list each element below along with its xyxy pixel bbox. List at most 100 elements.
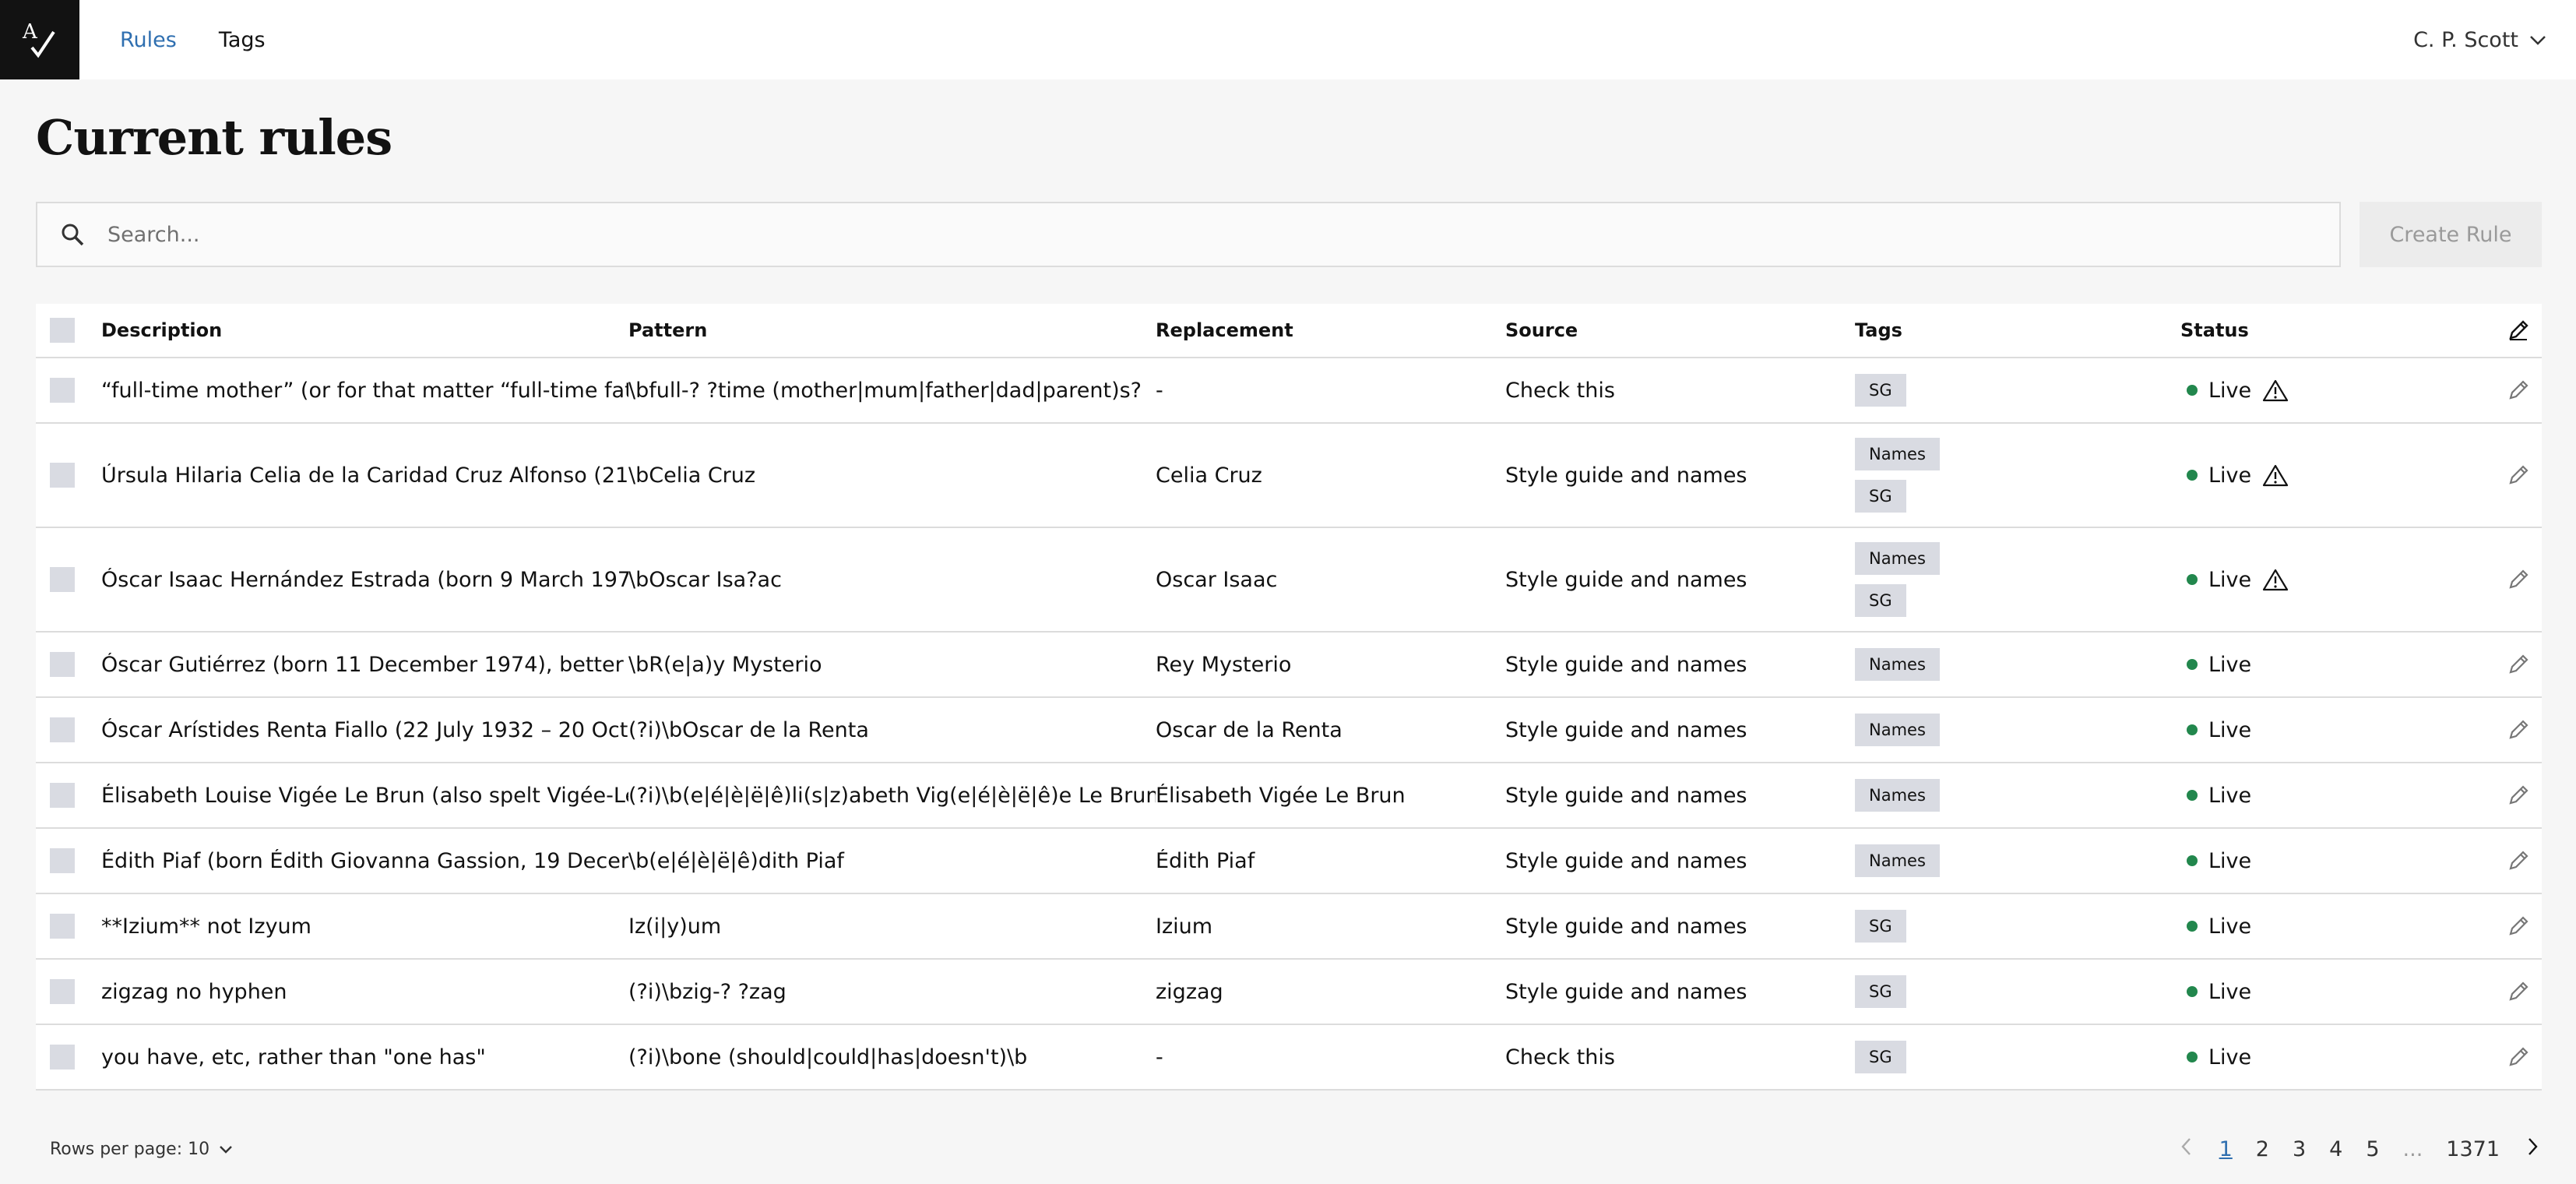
rule-source: Style guide and names xyxy=(1505,717,1747,742)
table-row[interactable]: Úrsula Hilaria Celia de la Caridad Cruz … xyxy=(36,424,2542,528)
row-edit-cell xyxy=(2484,848,2542,873)
svg-text:A: A xyxy=(22,20,38,44)
live-status-dot xyxy=(2187,574,2198,585)
rule-tags: Names SG xyxy=(1855,433,2180,517)
row-checkbox[interactable] xyxy=(50,979,75,1004)
create-rule-button[interactable]: Create Rule xyxy=(2360,202,2542,267)
warning-triangle-icon[interactable] xyxy=(2262,463,2289,487)
rows-per-page-select[interactable]: Rows per page: 10 xyxy=(36,1140,234,1159)
table-row[interactable]: Óscar Gutiérrez (born 11 December 1974),… xyxy=(36,633,2542,698)
rule-replacement: Oscar Isaac xyxy=(1156,567,1278,592)
table-row[interactable]: Óscar Isaac Hernández Estrada (born 9 Ma… xyxy=(36,528,2542,633)
tag-badge[interactable]: Names xyxy=(1855,844,1940,877)
tag-badge[interactable]: SG xyxy=(1855,374,1906,407)
table-row[interactable]: Élisabeth Louise Vigée Le Brun (also spe… xyxy=(36,763,2542,829)
select-all-cell xyxy=(36,318,101,343)
column-header-status[interactable]: Status xyxy=(2180,319,2484,341)
status-label: Live xyxy=(2208,652,2252,677)
chevron-down-icon xyxy=(2530,36,2546,45)
tag-badge[interactable]: Names xyxy=(1855,779,1940,812)
rule-replacement: zigzag xyxy=(1156,979,1223,1004)
pencil-icon[interactable] xyxy=(2506,652,2531,677)
tag-badge[interactable]: Names xyxy=(1855,438,1940,470)
table-row[interactable]: “full-time mother” (or for that matter “… xyxy=(36,358,2542,424)
prev-page-button[interactable] xyxy=(2177,1135,2196,1164)
select-all-checkbox[interactable] xyxy=(50,318,75,343)
rule-replacement: Oscar de la Renta xyxy=(1156,717,1343,742)
rule-pattern: \bCelia Cruz xyxy=(628,463,756,488)
page-button-4[interactable]: 4 xyxy=(2329,1137,2342,1161)
warning-triangle-icon[interactable] xyxy=(2262,568,2289,591)
row-checkbox[interactable] xyxy=(50,914,75,939)
column-header-source[interactable]: Source xyxy=(1505,319,1855,341)
rule-status: Live xyxy=(2180,568,2484,592)
pencil-icon[interactable] xyxy=(2506,717,2531,742)
tag-list: SG xyxy=(1855,905,2180,947)
table-footer: Rows per page: 10 1 2 3 4 5 ... 1371 xyxy=(36,1122,2542,1176)
page-button-5[interactable]: 5 xyxy=(2366,1137,2379,1161)
column-header-pattern[interactable]: Pattern xyxy=(628,319,1156,341)
pencil-icon[interactable] xyxy=(2506,914,2531,939)
search-input[interactable] xyxy=(107,211,2288,258)
table-row[interactable]: you have, etc, rather than "one has" (?i)… xyxy=(36,1025,2542,1091)
tag-badge[interactable]: SG xyxy=(1855,1041,1906,1073)
row-checkbox[interactable] xyxy=(50,567,75,592)
pencil-icon[interactable] xyxy=(2506,1045,2531,1069)
rule-tags: Names xyxy=(1855,840,2180,882)
tag-badge[interactable]: SG xyxy=(1855,584,1906,617)
rule-description: Élisabeth Louise Vigée Le Brun (also spe… xyxy=(101,783,628,808)
pencil-icon[interactable] xyxy=(2506,979,2531,1004)
column-header-tags[interactable]: Tags xyxy=(1855,319,2180,341)
rule-tags: Names xyxy=(1855,774,2180,816)
user-menu[interactable]: C. P. Scott xyxy=(2413,0,2548,79)
app-logo[interactable]: A xyxy=(0,0,79,79)
pencil-icon[interactable] xyxy=(2506,567,2531,592)
table-row[interactable]: **Izium** not Izyum Iz(i|y)um Izium Style g… xyxy=(36,894,2542,960)
rule-description: Óscar Isaac Hernández Estrada (born 9 Ma… xyxy=(101,567,628,592)
next-page-button[interactable] xyxy=(2523,1135,2542,1164)
rule-replacement: Élisabeth Vigée Le Brun xyxy=(1156,783,1406,808)
row-checkbox[interactable] xyxy=(50,378,75,403)
live-status-dot xyxy=(2187,790,2198,801)
row-select-cell xyxy=(36,378,101,403)
row-checkbox[interactable] xyxy=(50,848,75,873)
row-checkbox[interactable] xyxy=(50,783,75,808)
live-status-dot xyxy=(2187,986,2198,997)
table-row[interactable]: zigzag no hyphen (?i)\bzig-? ?zag zigzag St… xyxy=(36,960,2542,1025)
tag-badge[interactable]: Names xyxy=(1855,542,1940,575)
page-button-2[interactable]: 2 xyxy=(2256,1137,2269,1161)
page-button-1[interactable]: 1 xyxy=(2219,1137,2233,1161)
column-header-replacement[interactable]: Replacement xyxy=(1156,319,1505,341)
rules-table: Description Pattern Replacement Source T… xyxy=(36,304,2542,1091)
status-label: Live xyxy=(2208,463,2252,488)
tag-badge[interactable]: SG xyxy=(1855,480,1906,513)
row-checkbox[interactable] xyxy=(50,1045,75,1069)
rule-pattern: \bfull-? ?time (mother|mum|father|dad|pa… xyxy=(628,378,1142,403)
row-checkbox[interactable] xyxy=(50,652,75,677)
pencil-icon[interactable] xyxy=(2506,783,2531,808)
pencil-icon[interactable] xyxy=(2506,463,2531,488)
page-button-3[interactable]: 3 xyxy=(2293,1137,2306,1161)
tag-badge[interactable]: Names xyxy=(1855,648,1940,681)
table-row[interactable]: Édith Piaf (born Édith Giovanna Gassion,… xyxy=(36,829,2542,894)
pencil-icon[interactable] xyxy=(2506,318,2531,343)
row-select-cell xyxy=(36,652,101,677)
nav-item-rules[interactable]: Rules xyxy=(120,28,177,52)
nav-item-tags[interactable]: Tags xyxy=(219,28,266,52)
page-button-last[interactable]: 1371 xyxy=(2446,1137,2500,1161)
tag-badge[interactable]: SG xyxy=(1855,975,1906,1008)
pencil-icon[interactable] xyxy=(2506,378,2531,403)
rule-pattern: (?i)\bzig-? ?zag xyxy=(628,979,787,1004)
row-checkbox[interactable] xyxy=(50,717,75,742)
tag-badge[interactable]: Names xyxy=(1855,714,1940,746)
table-row[interactable]: Óscar Arístides Renta Fiallo (22 July 19… xyxy=(36,698,2542,763)
row-edit-cell xyxy=(2484,567,2542,592)
tag-badge[interactable]: SG xyxy=(1855,910,1906,943)
pencil-icon[interactable] xyxy=(2506,848,2531,873)
column-header-description[interactable]: Description xyxy=(101,319,628,341)
rule-tags: SG xyxy=(1855,905,2180,947)
rule-status: Live xyxy=(2180,980,2484,1004)
warning-triangle-icon[interactable] xyxy=(2262,379,2289,402)
row-checkbox[interactable] xyxy=(50,463,75,488)
rule-status: Live xyxy=(2180,718,2484,742)
